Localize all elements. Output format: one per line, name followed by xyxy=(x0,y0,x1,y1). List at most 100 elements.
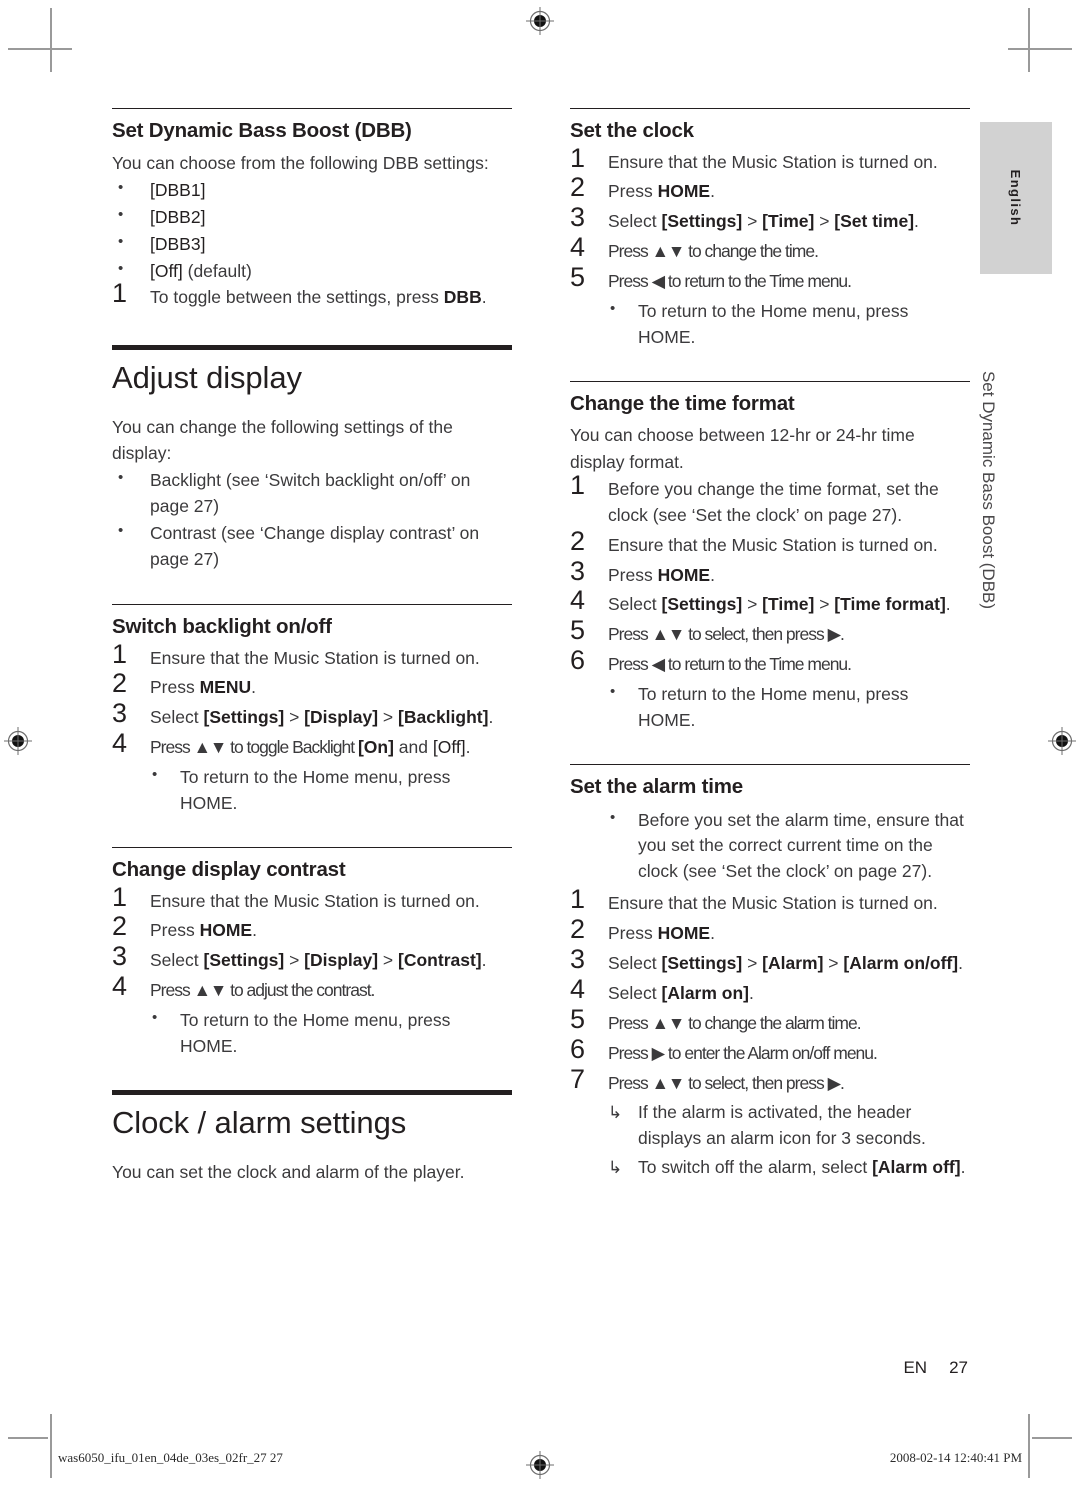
language-tab-label: English xyxy=(1008,169,1024,227)
sc-step3-s2: > xyxy=(814,211,835,232)
crop-mark-top-right-horizontal xyxy=(1008,48,1072,50)
bl-step2-post: . xyxy=(251,677,257,698)
bl-step3-s2: > xyxy=(378,707,399,728)
al-step3-s2: > xyxy=(823,952,844,973)
bl-step3-k2: [Display] xyxy=(304,707,379,728)
al-step4-post: . xyxy=(749,982,754,1003)
sc-step2-post: . xyxy=(710,181,715,202)
step-item: Select [Settings] > [Time] > [Time forma… xyxy=(570,588,970,618)
tf-sub-line1: To return to the Home menu, press xyxy=(638,684,909,705)
sc-step3-post: . xyxy=(914,211,919,232)
step-item: Press HOME. xyxy=(112,913,512,944)
bl-step2-key: MENU xyxy=(199,677,252,698)
al-step3-post: . xyxy=(958,952,963,973)
bl-step3-post: . xyxy=(488,707,494,728)
dbb-option-off: [Off] xyxy=(150,260,183,281)
tf-step4-k2: [Time] xyxy=(762,594,815,615)
crop-mark-bottom-left-horizontal xyxy=(8,1437,48,1439)
list-item: To switch off the alarm, select [Alarm o… xyxy=(570,1155,970,1181)
al-step3-k3: [Alarm on/off] xyxy=(843,952,959,973)
section-switch-backlight: Switch backlight on/off Ensure that the … xyxy=(112,604,512,817)
bl-step3-k1: [Settings] xyxy=(203,707,285,728)
step-item: Press ▲▼ to toggle Backlight [On] and [O… xyxy=(112,730,512,761)
step-item: Before you change the time format, set t… xyxy=(570,472,939,525)
alarm-result-list: If the alarm is activated, the header di… xyxy=(570,1100,970,1181)
al-res2-pre: To switch off the alarm, select xyxy=(638,1157,873,1178)
sc-step3-k3: [Set time] xyxy=(834,211,915,232)
alarm-steps-list: Ensure that the Music Station is turned … xyxy=(570,886,970,1096)
section-heading-set-the-clock: Set the clock xyxy=(570,119,694,142)
al-step2-key: HOME xyxy=(657,923,711,944)
al-res2-post: . xyxy=(960,1157,966,1178)
section-rule xyxy=(112,846,512,848)
print-slug-timestamp: 2008-02-14 12:40:41 PM xyxy=(889,1450,1022,1465)
folio: EN 27 xyxy=(903,1358,968,1378)
section-rule xyxy=(570,380,970,382)
list-item: Before you set the alarm time, ensure th… xyxy=(570,807,970,886)
bl-step4-mid: and xyxy=(393,737,433,758)
section-heading-set-dbb: Set Dynamic Bass Boost (DBB) xyxy=(112,119,412,142)
al-step4-pre: Select xyxy=(608,982,662,1003)
tf-step4-post: . xyxy=(945,594,951,615)
section-heading-set-alarm-time: Set the alarm time xyxy=(570,774,743,798)
step-item: Press ▲▼ to select, then press ▶. xyxy=(570,617,845,645)
step-item: Ensure that the Music Station is turned … xyxy=(112,641,480,668)
backlight-sub-bullets: To return to the Home menu, press HOME. xyxy=(112,764,512,817)
time-format-sub-bullets: To return to the Home menu, press HOME. xyxy=(570,681,970,734)
step-item: Press HOME. xyxy=(570,916,970,947)
set-clock-steps-list: Ensure that the Music Station is turned … xyxy=(570,145,970,295)
step-item: Select [Alarm on]. xyxy=(570,976,970,1007)
ct-step3-s1: > xyxy=(284,950,305,971)
section-set-alarm-time: Set the alarm time Before you set the al… xyxy=(570,763,970,1181)
step-item: To toggle between the settings, press DB… xyxy=(112,280,512,311)
ct-step3-pre: Select xyxy=(150,950,204,971)
sc-step2-key: HOME xyxy=(657,181,711,202)
right-column: Set the clock Ensure that the Music Stat… xyxy=(570,108,970,1184)
al-step3-s1: > xyxy=(742,952,763,973)
bl-step3-s1: > xyxy=(284,707,305,728)
step-item: Press ▲▼ to change the alarm time. xyxy=(570,1006,862,1033)
list-item: [Off] (default) xyxy=(112,258,512,285)
step-item: Select [Settings] > [Alarm] > [Alarm on/… xyxy=(570,946,970,977)
tf-step4-s2: > xyxy=(814,594,835,615)
registration-mark-left xyxy=(3,726,33,756)
sc-step3-k2: [Time] xyxy=(762,211,815,232)
al-step3-k2: [Alarm] xyxy=(762,952,824,973)
ct-sub-line1: To return to the Home menu, press xyxy=(180,1010,451,1031)
list-item: To return to the Home menu, press HOME. xyxy=(112,764,512,817)
step-item: Ensure that the Music Station is turned … xyxy=(570,528,938,555)
dbb-intro-text: You can choose from the following DBB se… xyxy=(112,152,489,173)
al-res2-key: [Alarm off] xyxy=(872,1157,961,1178)
list-item: To return to the Home menu, press HOME. xyxy=(570,298,970,351)
dbb-step1-post: . xyxy=(481,287,487,308)
step-item: Press ◀ to return to the Time menu. xyxy=(570,647,852,675)
ct-step3-s2: > xyxy=(378,950,399,971)
step-item: Press HOME. xyxy=(570,558,970,589)
sc-sub-line2: HOME. xyxy=(638,326,696,347)
chapter-rule xyxy=(112,1089,512,1095)
bl-step4-post: . xyxy=(465,737,471,758)
step-item: Ensure that the Music Station is turned … xyxy=(112,884,480,911)
time-format-intro: You can choose between 12-hr or 24-hr ti… xyxy=(570,425,915,472)
step-item: Press ◀ to return to the Time menu. xyxy=(570,264,852,292)
list-item: If the alarm is activated, the header di… xyxy=(570,1100,970,1152)
language-tab: English xyxy=(980,122,1052,274)
section-change-time-format: Change the time format You can choose be… xyxy=(570,380,970,734)
step-item: Ensure that the Music Station is turned … xyxy=(570,886,938,914)
tf-step4-s1: > xyxy=(742,594,763,615)
ct-step3-k2: [Display] xyxy=(304,950,379,971)
section-rule xyxy=(570,108,970,109)
list-item: Backlight (see ‘Switch backlight on/off’… xyxy=(112,467,512,520)
bl-sub-line1: To return to the Home menu, press xyxy=(180,767,451,788)
dbb-options-list: [DBB1] [DBB2] [DBB3] [Off] (default) xyxy=(112,177,512,285)
step-item: Press ▶ to enter the Alarm on/off menu. xyxy=(570,1036,878,1063)
dbb-option-1: [DBB1] xyxy=(150,179,206,200)
folio-language-code: EN xyxy=(903,1358,928,1377)
contrast-sub-bullets: To return to the Home menu, press HOME. xyxy=(112,1007,512,1060)
list-item: [DBB1] xyxy=(112,177,512,204)
chapter-adjust-display: Adjust display You can change the follow… xyxy=(112,345,512,573)
adjust-display-bullets: Backlight (see ‘Switch backlight on/off’… xyxy=(112,467,512,573)
section-heading-change-time-format: Change the time format xyxy=(570,391,795,415)
